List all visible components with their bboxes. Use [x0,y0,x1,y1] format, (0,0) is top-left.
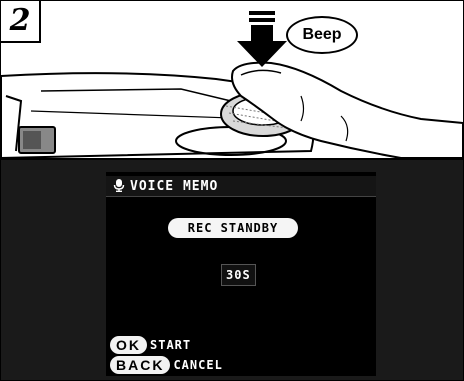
back-cancel-hint[interactable]: BACK CANCEL [110,356,223,374]
microphone-icon [112,177,126,196]
ok-button[interactable]: OK [110,336,147,354]
illustration-panel: 2 Beep [1,1,463,160]
lcd-screen: VOICE MEMO REC STANDBY 30S OK START BACK… [1,160,463,380]
beep-speech-bubble: Beep [286,16,358,54]
recording-time-remaining: 30S [221,264,256,286]
lcd-display-area: VOICE MEMO REC STANDBY 30S OK START BACK… [106,172,376,376]
step-number-box: 2 [1,1,41,43]
cancel-label: CANCEL [173,358,223,372]
back-button[interactable]: BACK [110,356,171,374]
screen-title: VOICE MEMO [130,178,219,194]
rec-standby-text: REC STANDBY [187,221,279,235]
rec-standby-status: REC STANDBY [168,218,298,238]
press-down-arrow-icon [237,11,287,67]
camera-top-drawing [1,11,463,158]
beep-text: Beep [302,26,342,43]
voice-memo-title-bar: VOICE MEMO [106,176,376,197]
step-number: 2 [9,3,31,38]
ok-start-hint[interactable]: OK START [110,336,191,354]
start-label: START [150,338,192,352]
manual-page: 2 Beep VOICE MEMO REC STANDBY 30S OK STA… [0,0,464,381]
